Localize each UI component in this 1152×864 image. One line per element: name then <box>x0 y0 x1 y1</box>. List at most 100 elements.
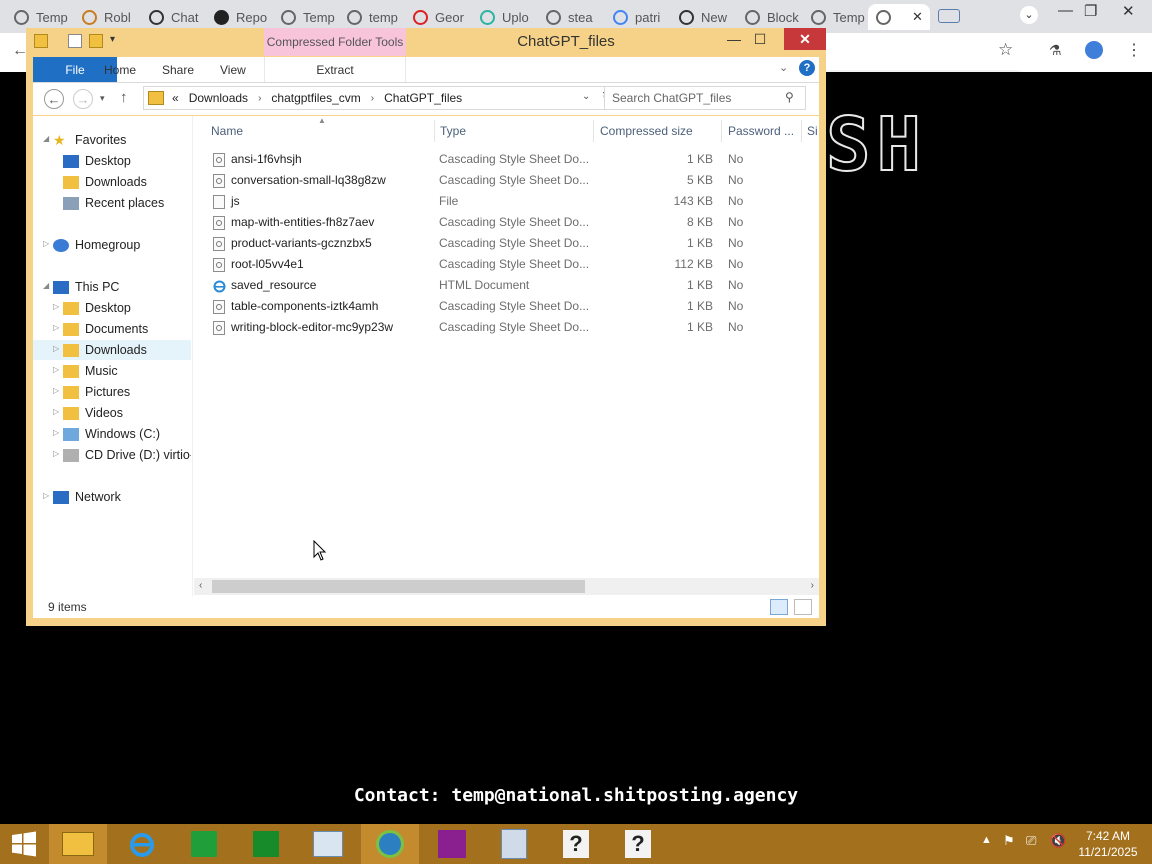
nav-pictures[interactable]: Pictures <box>63 382 130 402</box>
new-tab-icon[interactable] <box>938 9 960 23</box>
expand-icon[interactable]: ▷ <box>53 428 59 437</box>
tab-extract[interactable]: Extract <box>264 57 406 82</box>
nav-cd-drive[interactable]: CD Drive (D:) virtio-w <box>63 445 191 465</box>
expand-icon[interactable]: ▷ <box>53 302 59 311</box>
taskbar-internet-explorer[interactable] <box>113 824 171 864</box>
taskbar-camera[interactable] <box>423 824 481 864</box>
minimize-icon[interactable]: — <box>1058 2 1073 19</box>
browser-tab[interactable]: New <box>679 4 733 30</box>
scroll-right-icon[interactable]: › <box>811 580 814 591</box>
large-icons-view-icon[interactable] <box>794 599 812 615</box>
browser-tab[interactable]: temp <box>347 4 401 30</box>
show-hidden-icons-icon[interactable]: ▲ <box>981 834 992 846</box>
browser-tab[interactable]: patri <box>613 4 667 30</box>
taskbar-file-explorer[interactable] <box>49 824 107 864</box>
taskbar-xbox[interactable] <box>237 824 295 864</box>
browser-tab[interactable]: Chat <box>149 4 201 30</box>
properties-icon[interactable] <box>68 34 82 48</box>
expand-icon[interactable]: ▷ <box>43 491 49 500</box>
start-button[interactable] <box>0 824 48 864</box>
expand-icon[interactable]: ◢ <box>43 281 49 290</box>
scroll-left-icon[interactable]: ‹ <box>199 580 202 591</box>
column-compressed-size[interactable]: Compressed size <box>600 124 693 138</box>
column-divider[interactable] <box>721 120 722 142</box>
star-icon[interactable]: ☆ <box>998 40 1013 60</box>
expand-icon[interactable]: ▷ <box>53 365 59 374</box>
expand-icon[interactable]: ▷ <box>53 386 59 395</box>
breadcrumb[interactable]: Downloads <box>189 91 248 105</box>
minimize-button[interactable]: — <box>724 28 744 50</box>
chevron-down-icon[interactable]: ⌄ <box>582 91 590 102</box>
taskbar-help[interactable]: ? <box>609 824 667 864</box>
file-row[interactable]: ansi-1f6vhsjh Cascading Style Sheet Do...… <box>193 149 793 170</box>
menu-icon[interactable]: ⋮ <box>1126 40 1142 60</box>
help-icon[interactable]: ? <box>799 60 815 76</box>
breadcrumb[interactable]: chatgptfiles_cvm <box>271 91 360 105</box>
expand-icon[interactable]: ◢ <box>43 134 49 143</box>
column-name[interactable]: Name <box>211 124 243 138</box>
browser-tab[interactable]: Temp <box>14 4 70 30</box>
breadcrumb-overflow[interactable]: « <box>172 91 179 105</box>
chevron-down-icon[interactable]: ⌄ <box>1020 6 1038 24</box>
taskbar-chrome[interactable] <box>361 824 419 864</box>
browser-tab[interactable]: Temp <box>811 4 865 30</box>
forward-button[interactable]: → <box>73 89 93 109</box>
nav-documents[interactable]: Documents <box>63 319 148 339</box>
taskbar-help[interactable]: ? <box>547 824 605 864</box>
nav-this-pc[interactable]: This PC <box>53 277 119 297</box>
volume-muted-icon[interactable]: 🔇 <box>1050 833 1066 849</box>
flag-icon[interactable]: ⚑ <box>1003 833 1015 849</box>
browser-tab[interactable]: Block <box>745 4 799 30</box>
tab-share[interactable]: Share <box>162 57 194 82</box>
close-icon[interactable]: ✕ <box>1122 2 1135 20</box>
nav-recent-places[interactable]: Recent places <box>63 193 164 213</box>
taskbar-notepad[interactable] <box>485 824 543 864</box>
column-divider[interactable] <box>434 120 435 142</box>
address-bar[interactable]: « Downloads › chatgptfiles_cvm › ChatGPT… <box>143 86 623 110</box>
recent-locations-icon[interactable]: ▾ <box>100 93 105 104</box>
browser-tab-active[interactable]: ✕ <box>868 4 930 30</box>
file-row[interactable]: product-variants-gcznzbx5 Cascading Style… <box>193 233 793 254</box>
file-row[interactable]: root-l05vv4e1 Cascading Style Sheet Do...… <box>193 254 793 275</box>
clock[interactable]: 7:42 AM 11/21/2025 <box>1074 828 1142 860</box>
nav-desktop[interactable]: Desktop <box>63 151 131 171</box>
browser-tab[interactable]: Uplo <box>480 4 534 30</box>
nav-videos[interactable]: Videos <box>63 403 123 423</box>
browser-tab[interactable]: Robl <box>82 4 136 30</box>
expand-icon[interactable]: ▷ <box>43 239 49 248</box>
taskbar-store[interactable] <box>175 824 233 864</box>
search-input[interactable]: Search ChatGPT_files <box>604 86 806 110</box>
nav-downloads[interactable]: Downloads <box>63 172 147 192</box>
avatar[interactable] <box>1085 41 1103 59</box>
close-icon[interactable]: ✕ <box>912 9 923 25</box>
title-bar[interactable]: ▾ Compressed Folder Tools ChatGPT_files … <box>26 28 826 56</box>
browser-tab[interactable]: stea <box>546 4 600 30</box>
nav-pc-desktop[interactable]: Desktop <box>63 298 131 318</box>
column-divider[interactable] <box>593 120 594 142</box>
chevron-right-icon[interactable]: › <box>258 93 261 104</box>
expand-icon[interactable]: ▷ <box>53 323 59 332</box>
nav-music[interactable]: Music <box>63 361 118 381</box>
column-divider[interactable] <box>801 120 802 142</box>
expand-icon[interactable]: ▷ <box>53 449 59 458</box>
maximize-button[interactable]: ☐ <box>750 28 770 50</box>
nav-network[interactable]: Network <box>53 487 121 507</box>
file-row[interactable]: saved_resource HTML Document 1 KB No <box>193 275 793 296</box>
scrollbar-thumb[interactable] <box>212 580 585 593</box>
restore-icon[interactable]: ❐ <box>1084 2 1097 20</box>
chevron-right-icon[interactable]: › <box>371 93 374 104</box>
back-button[interactable]: ← <box>44 89 64 109</box>
browser-tab[interactable]: Temp <box>281 4 335 30</box>
up-arrow-icon[interactable]: ↑ <box>120 89 128 106</box>
close-button[interactable]: ✕ <box>784 28 826 50</box>
tab-view[interactable]: View <box>220 57 246 82</box>
expand-icon[interactable]: ▷ <box>53 344 59 353</box>
nav-homegroup[interactable]: Homegroup <box>53 235 140 255</box>
labs-icon[interactable]: ⚗ <box>1049 42 1062 59</box>
tab-home[interactable]: Home <box>104 57 136 82</box>
column-size[interactable]: Si <box>807 124 818 138</box>
file-row[interactable]: js File 143 KB No <box>193 191 793 212</box>
breadcrumb[interactable]: ChatGPT_files <box>384 91 462 105</box>
file-row[interactable]: table-components-iztk4amh Cascading Style… <box>193 296 793 317</box>
nav-favorites[interactable]: ★ Favorites <box>53 130 126 150</box>
